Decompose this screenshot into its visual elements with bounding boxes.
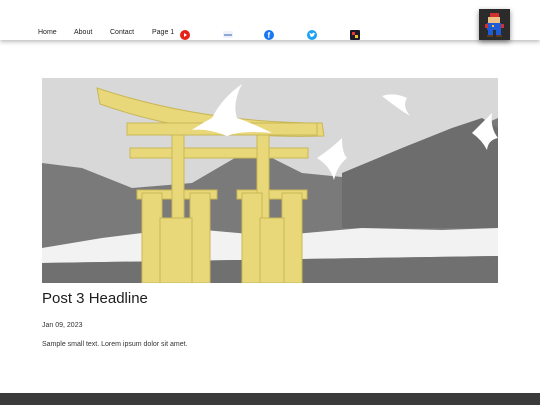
facebook-icon[interactable]: f: [264, 30, 274, 40]
site-logo[interactable]: [479, 9, 510, 40]
svg-text:f: f: [268, 31, 271, 39]
nav-about[interactable]: About: [74, 29, 92, 36]
mascot-icon: [479, 9, 510, 40]
twitter-icon[interactable]: [307, 30, 317, 40]
app-icon[interactable]: [350, 30, 360, 40]
nav-home[interactable]: Home: [38, 29, 57, 36]
post-hero-image[interactable]: [42, 78, 498, 283]
digitalocean-icon[interactable]: [223, 31, 233, 38]
torii-gate-illustration: [42, 78, 498, 283]
nav-contact[interactable]: Contact: [110, 29, 134, 36]
site-header: Home About Contact Page 1 f: [0, 0, 540, 40]
post-excerpt: Sample small text. Lorem ipsum dolor sit…: [42, 341, 188, 348]
post-headline[interactable]: Post 3 Headline: [42, 290, 148, 307]
youtube-icon[interactable]: [180, 30, 190, 40]
site-footer: [0, 393, 540, 405]
post-date: Jan 09, 2023: [42, 322, 83, 329]
nav-page-1[interactable]: Page 1: [152, 29, 174, 36]
